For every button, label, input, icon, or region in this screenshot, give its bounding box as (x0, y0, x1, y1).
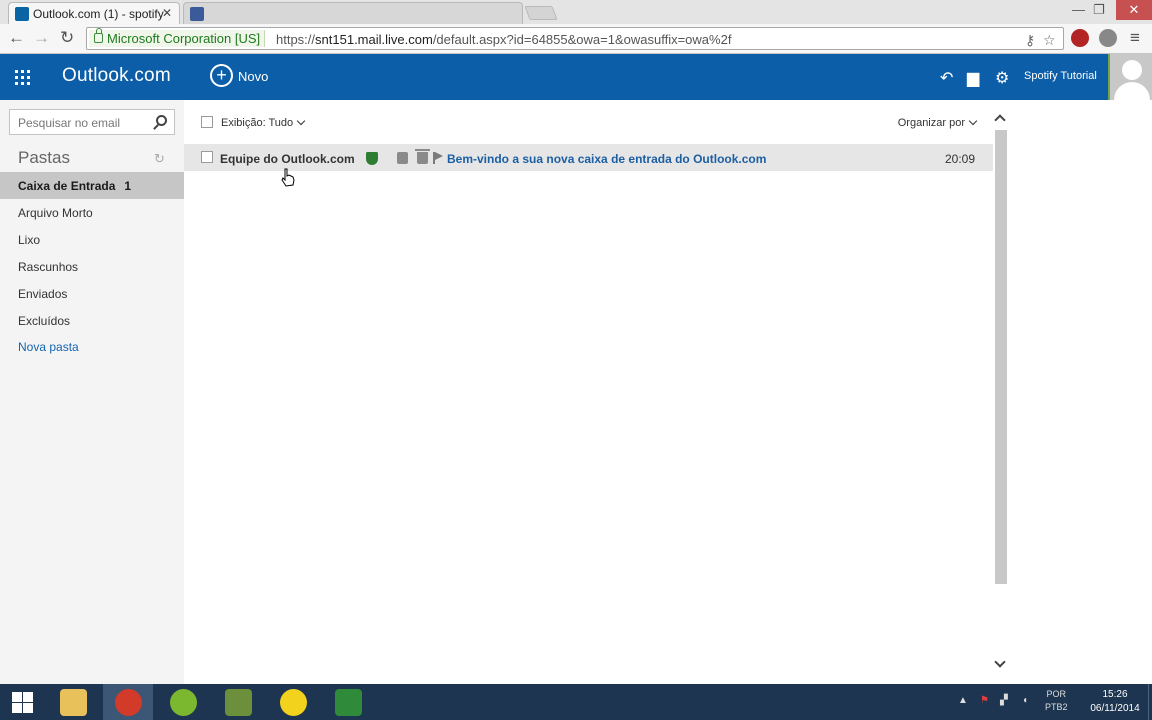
app-launcher-icon[interactable] (15, 70, 30, 85)
file-explorer-icon[interactable] (48, 684, 98, 720)
chrome-menu-icon[interactable]: ≡ (1130, 29, 1140, 47)
avatar-body (1114, 82, 1150, 100)
key-icon[interactable]: ⚷ (1025, 32, 1035, 49)
outlook-header: Outlook.com + Novo ↶ ▆ ⚙ Spotify Tutoria… (0, 54, 1152, 100)
address-bar[interactable]: Microsoft Corporation [US] https://snt15… (86, 27, 1064, 50)
tab-outlook[interactable]: Outlook.com (1) - spotify ✕ (8, 2, 180, 24)
list-header: Exibição: Tudo Organizar por (184, 100, 993, 144)
message-list-scrollbar[interactable] (993, 100, 1007, 684)
right-blank-pane (1007, 100, 1152, 684)
unread-count: 1 (124, 179, 132, 193)
search-icon[interactable] (156, 115, 167, 126)
settings-gear-icon[interactable]: ⚙ (995, 68, 1009, 88)
reload-icon[interactable]: ↻ (60, 29, 74, 47)
camtasia-icon[interactable] (323, 684, 373, 720)
show-desktop-button[interactable] (1148, 684, 1152, 720)
forward-icon[interactable]: → (33, 29, 50, 47)
folder-sidebar: Pesquisar no email Pastas ↻ Caixa de Ent… (0, 100, 184, 684)
network-icon[interactable]: ▞ (1000, 695, 1008, 706)
sort-dropdown[interactable]: Organizar por (898, 116, 978, 129)
spotify-icon[interactable] (158, 684, 208, 720)
flag-icon[interactable] (433, 152, 443, 164)
minimize-icon[interactable]: — (1072, 2, 1085, 17)
message-row[interactable]: Equipe do Outlook.com Bem-vindo a sua no… (184, 144, 993, 171)
tab-close-icon[interactable]: ✕ (162, 6, 172, 20)
extension-red-icon[interactable] (1071, 29, 1089, 47)
avatar-head (1122, 60, 1142, 80)
cyberghost-icon[interactable] (268, 684, 318, 720)
back-icon[interactable]: ← (8, 29, 25, 47)
tab-favicon-icon (190, 7, 204, 21)
sidebar-item-deleted[interactable]: Excluídos (0, 307, 184, 334)
outlook-brand[interactable]: Outlook.com (62, 65, 171, 87)
sidebar-item-archive[interactable]: Arquivo Morto (0, 199, 184, 226)
folders-heading: Pastas (18, 148, 70, 167)
ev-certificate-badge[interactable]: Microsoft Corporation [US] (89, 28, 266, 47)
message-subject: Bem-vindo a sua nova caixa de entrada do… (447, 152, 767, 166)
sidebar-item-sent[interactable]: Enviados (0, 280, 184, 307)
chrome-icon[interactable] (103, 684, 153, 720)
chevron-down-icon (968, 116, 978, 126)
green-app-icon[interactable] (213, 684, 263, 720)
scroll-thumb[interactable] (995, 130, 1007, 584)
plus-icon: + (210, 64, 233, 87)
message-checkbox[interactable] (201, 151, 213, 163)
tray-expand-icon[interactable]: ▲ (958, 695, 968, 706)
sweep-icon[interactable] (397, 152, 408, 164)
message-time: 20:09 (944, 152, 975, 166)
chat-icon[interactable]: ▆ (967, 68, 979, 88)
new-folder-link[interactable]: Nova pasta (0, 333, 184, 360)
windows-taskbar: ▲ ⚑ ▞ ◖ POR PTB2 15:26 06/11/2014 (0, 684, 1152, 720)
select-all-checkbox[interactable] (201, 116, 213, 128)
message-list: Exibição: Tudo Organizar por Equipe do O… (184, 100, 993, 684)
search-input[interactable]: Pesquisar no email (9, 109, 175, 135)
system-clock[interactable]: 15:26 06/11/2014 (1080, 688, 1150, 718)
maximize-icon[interactable]: ❐ (1093, 2, 1105, 18)
new-tab-button[interactable] (524, 6, 558, 20)
delete-icon[interactable] (415, 149, 430, 164)
browser-toolbar: ← → ↻ Microsoft Corporation [US] https:/… (0, 24, 1152, 54)
refresh-icon[interactable]: ↻ (154, 151, 165, 167)
hand-cursor-icon (281, 168, 295, 187)
scroll-up-icon[interactable] (994, 114, 1006, 126)
user-name[interactable]: Spotify Tutorial (1024, 70, 1097, 82)
message-sender: Equipe do Outlook.com (220, 152, 355, 166)
bookmark-star-icon[interactable]: ☆ (1043, 32, 1056, 49)
tab-title: Outlook.com (1) - spotify (33, 7, 164, 21)
scroll-down-icon[interactable] (994, 656, 1006, 668)
sidebar-item-inbox[interactable]: Caixa de Entrada 1 (0, 172, 184, 199)
view-filter-dropdown[interactable]: Exibição: Tudo (221, 116, 306, 129)
close-window-icon[interactable]: ✕ (1116, 0, 1152, 20)
browser-tab-strip: Outlook.com (1) - spotify ✕ — ❐ ✕ (0, 0, 1152, 24)
url-text: https://snt151.mail.live.com/default.asp… (276, 32, 732, 47)
language-indicator[interactable]: POR PTB2 (1045, 688, 1068, 714)
trusted-sender-shield-icon (366, 152, 378, 165)
sidebar-item-drafts[interactable]: Rascunhos (0, 253, 184, 280)
chevron-down-icon (296, 116, 306, 126)
volume-icon[interactable]: ◖ (1022, 695, 1028, 706)
tray-flag-icon[interactable]: ⚑ (980, 695, 989, 706)
outlook-favicon-icon (15, 7, 29, 21)
windows-start-icon[interactable] (0, 684, 46, 720)
lock-icon (94, 28, 103, 43)
sidebar-item-junk[interactable]: Lixo (0, 226, 184, 253)
avatar[interactable] (1108, 54, 1152, 100)
undo-icon[interactable]: ↶ (940, 68, 953, 88)
search-placeholder: Pesquisar no email (18, 116, 121, 130)
extension-globe-icon[interactable] (1099, 29, 1117, 47)
tab-background[interactable] (183, 2, 523, 24)
